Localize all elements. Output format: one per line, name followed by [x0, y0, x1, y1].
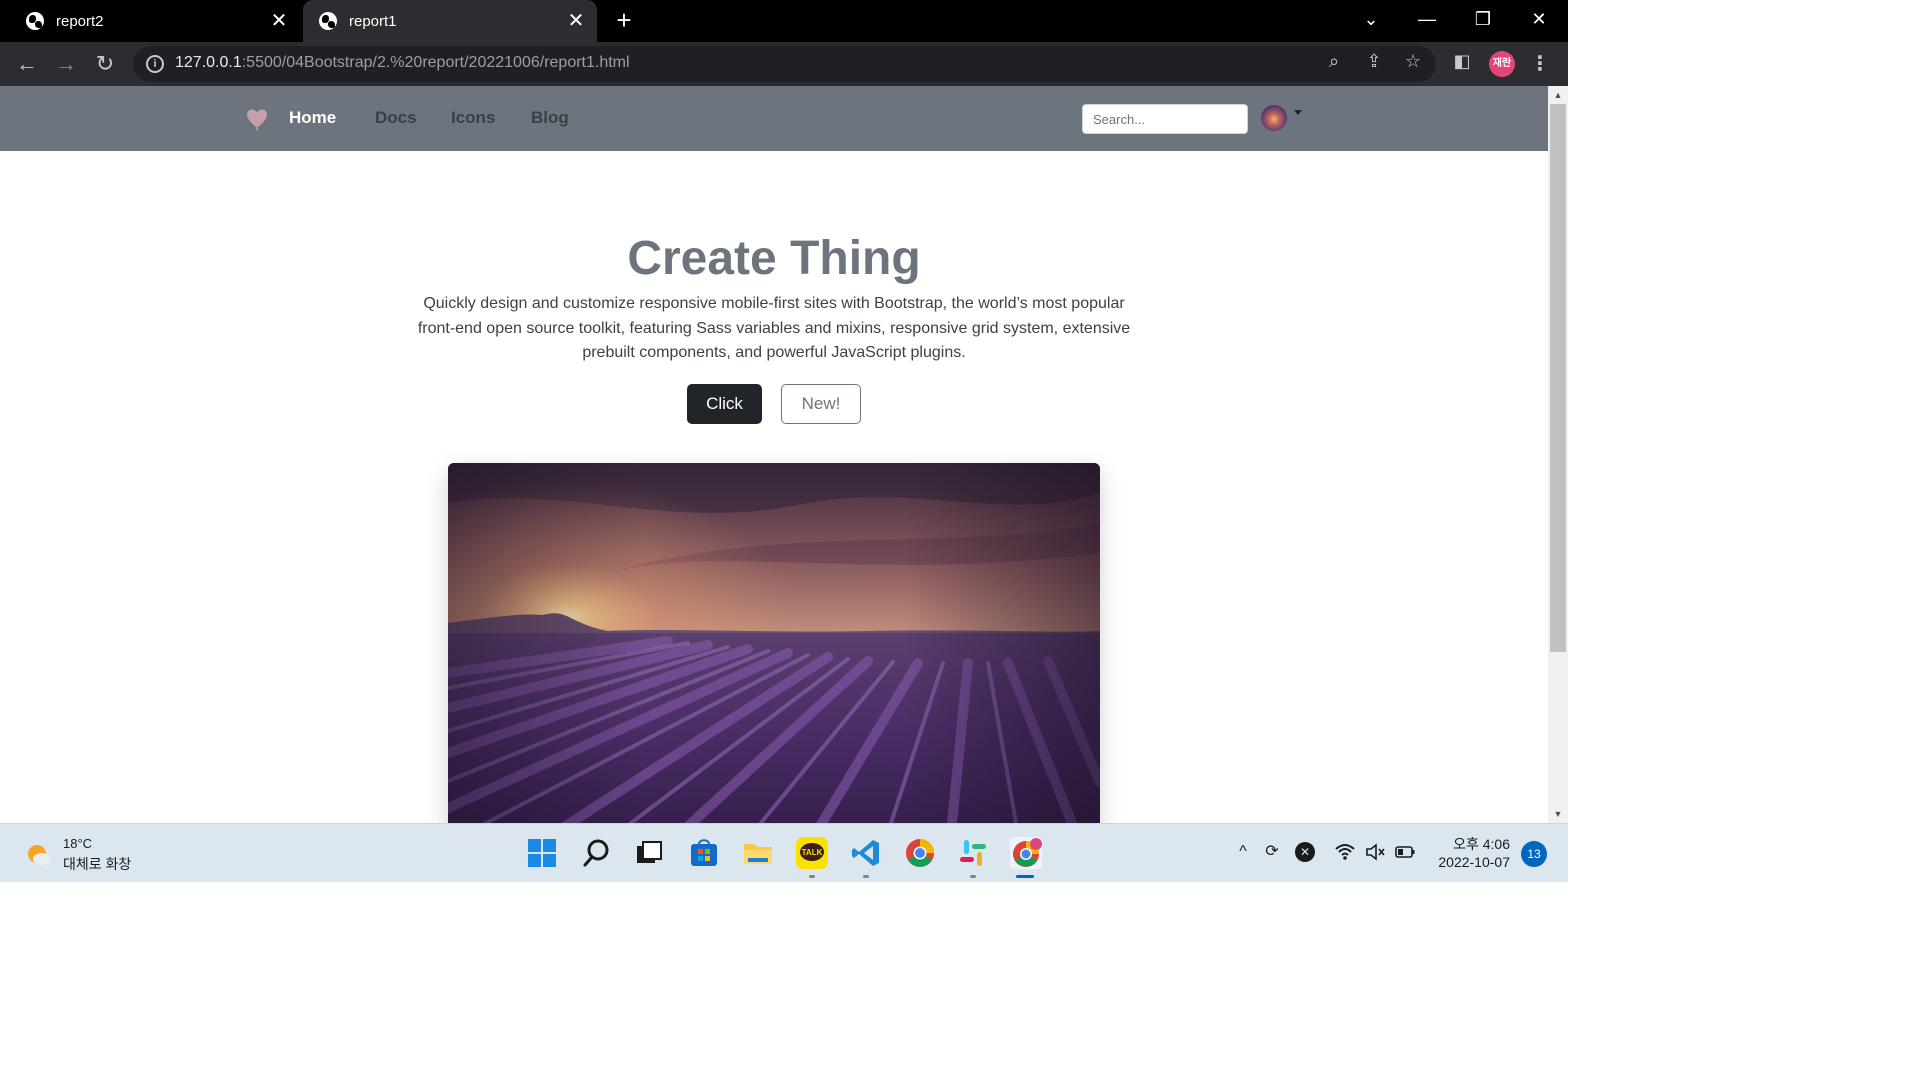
nav-blog[interactable]: Blog: [531, 108, 569, 128]
site-navbar: Home Docs Icons Blog: [0, 86, 1548, 151]
partly-sunny-icon[interactable]: [25, 840, 53, 868]
chevron-up-icon[interactable]: ^: [1232, 841, 1254, 863]
chrome-profile-icon[interactable]: [1010, 837, 1042, 869]
forward-icon[interactable]: →: [52, 50, 80, 78]
nav-icons[interactable]: Icons: [451, 108, 495, 128]
task-view-icon[interactable]: [633, 837, 665, 869]
new-button[interactable]: New!: [781, 384, 861, 424]
url-text[interactable]: 127.0.0.1:5500/04Bootstrap/2.%20report/2…: [175, 54, 630, 72]
battery-icon[interactable]: [1394, 841, 1416, 863]
restore-icon[interactable]: ❐: [1455, 0, 1511, 42]
close-tab-icon[interactable]: ✕: [565, 10, 587, 32]
kakaotalk-label: TALK: [802, 848, 823, 857]
running-indicator: [809, 875, 815, 878]
heart-logo-icon[interactable]: [246, 108, 268, 130]
page-title: Create Thing: [627, 232, 921, 285]
click-button[interactable]: Click: [687, 384, 762, 424]
side-panel-icon[interactable]: ◧: [1451, 50, 1473, 72]
tab-title: report2: [56, 12, 104, 30]
user-avatar[interactable]: [1261, 105, 1287, 131]
site-info-icon[interactable]: i: [146, 55, 164, 73]
running-indicator: [970, 875, 976, 878]
clock-time[interactable]: 오후 4:06: [1420, 834, 1510, 854]
close-circle-icon[interactable]: ✕: [1295, 842, 1315, 862]
tab-search-icon[interactable]: ⌄: [1343, 0, 1399, 42]
tab-title: report1: [349, 12, 397, 30]
zoom-icon[interactable]: ⌕: [1323, 50, 1345, 72]
address-bar[interactable]: i 127.0.0.1:5500/04Bootstrap/2.%20report…: [133, 46, 1436, 82]
notification-badge[interactable]: 13: [1521, 841, 1547, 867]
browser-tab-strip: report2 ✕ report1 ✕ + ⌄ — ❐ ✕: [0, 0, 1568, 42]
bookmark-star-icon[interactable]: ☆: [1402, 50, 1424, 72]
weather-temperature: 18°C: [63, 836, 93, 851]
lavender-field-image: [448, 463, 1100, 823]
globe-icon: [319, 12, 337, 30]
volume-muted-icon[interactable]: [1364, 841, 1386, 863]
running-indicator: [863, 875, 869, 878]
scroll-up-icon[interactable]: ▲: [1548, 86, 1568, 104]
nav-docs[interactable]: Docs: [375, 108, 417, 128]
wifi-icon[interactable]: [1334, 841, 1356, 863]
active-app-indicator: [1016, 875, 1034, 878]
store-icon[interactable]: [688, 837, 720, 869]
nav-home[interactable]: Home: [289, 108, 336, 128]
close-window-icon[interactable]: ✕: [1511, 0, 1567, 42]
profile-avatar[interactable]: 재란: [1489, 51, 1515, 77]
new-tab-button[interactable]: +: [610, 6, 638, 34]
scroll-down-icon[interactable]: ▼: [1548, 805, 1568, 823]
chrome-menu-icon[interactable]: ⋮: [1530, 50, 1550, 78]
search-icon[interactable]: [580, 837, 612, 869]
slack-icon[interactable]: [957, 837, 989, 869]
windows-taskbar: 18°C 대체로 화창 TALK ^ ⟳ ✕ 오후 4:06 2022-10-0…: [0, 823, 1568, 882]
back-icon[interactable]: ←: [13, 50, 41, 78]
tab-report2[interactable]: report2 ✕: [10, 0, 300, 42]
share-icon[interactable]: ⇪: [1363, 50, 1385, 72]
start-icon[interactable]: [526, 837, 558, 869]
search-input[interactable]: [1082, 104, 1248, 134]
globe-icon: [26, 12, 44, 30]
kakaotalk-icon[interactable]: TALK: [796, 837, 828, 869]
minimize-icon[interactable]: —: [1399, 0, 1455, 42]
hero-lead-text: Quickly design and customize responsive …: [417, 295, 1131, 361]
tab-report1[interactable]: report1 ✕: [303, 0, 597, 42]
sync-icon[interactable]: ⟳: [1261, 841, 1283, 863]
page-viewport: Home Docs Icons Blog Create Thing Quickl…: [0, 86, 1548, 823]
vscode-icon[interactable]: [850, 837, 882, 869]
reload-icon[interactable]: ↻: [91, 50, 119, 78]
page-scrollbar[interactable]: ▲ ▼: [1548, 86, 1568, 823]
chevron-down-icon[interactable]: [1294, 110, 1302, 115]
clock-date[interactable]: 2022-10-07: [1420, 854, 1510, 870]
close-tab-icon[interactable]: ✕: [268, 10, 290, 32]
weather-description: 대체로 화창: [63, 856, 132, 872]
scroll-thumb[interactable]: [1550, 104, 1566, 652]
file-explorer-icon[interactable]: [742, 837, 774, 869]
chrome-icon[interactable]: [904, 837, 936, 869]
browser-toolbar: ← → ↻ i 127.0.0.1:5500/04Bootstrap/2.%20…: [0, 42, 1568, 86]
